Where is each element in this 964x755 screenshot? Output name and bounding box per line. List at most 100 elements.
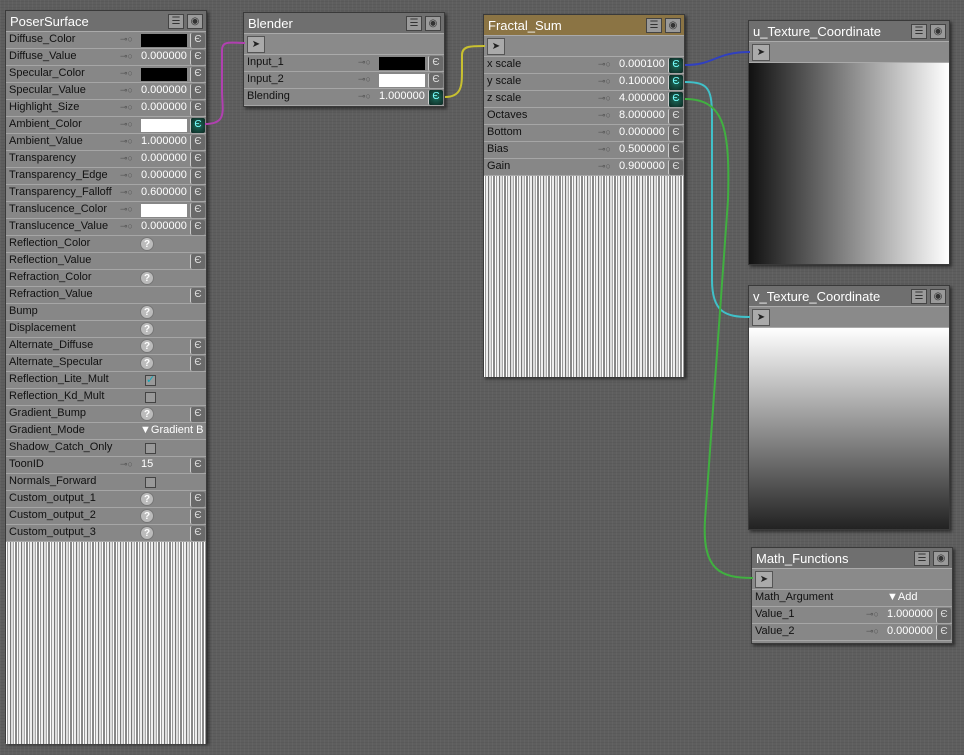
param-value[interactable]: 0.000000 [141, 169, 187, 181]
animatable-key-icon[interactable]: ⊸○ [598, 161, 611, 172]
param-value[interactable]: 1.000000 [887, 608, 933, 620]
output-plug-icon[interactable]: ➤ [247, 36, 265, 53]
color-swatch[interactable] [379, 57, 425, 70]
param-row[interactable]: Translucence_Value ⊸○ 0.000000 Є [6, 219, 206, 236]
input-plug-icon[interactable]: Є [190, 101, 205, 116]
options-menu-icon[interactable]: ☰ [911, 289, 927, 304]
param-row[interactable]: Input_2 ⊸○ Є [244, 72, 444, 89]
param-row[interactable]: Diffuse_Value ⊸○ 0.000000 Є [6, 49, 206, 66]
input-plug-icon[interactable]: Є [190, 169, 205, 184]
input-plug-icon[interactable]: Є [190, 526, 205, 541]
param-row[interactable]: Diffuse_Color ⊸○ Є [6, 32, 206, 49]
param-value[interactable]: 0.000100 [619, 58, 665, 70]
param-row[interactable]: Bias ⊸○ 0.500000 Є [484, 142, 684, 159]
node-header[interactable]: Blender ☰ ◉ [244, 13, 444, 34]
animatable-key-icon[interactable]: ⊸○ [120, 187, 133, 198]
dropdown[interactable]: ▼Gradient B [140, 424, 203, 436]
input-plug-icon[interactable]: Є [190, 67, 205, 82]
param-row[interactable]: x scale ⊸○ 0.000100 Є [484, 57, 684, 74]
animatable-key-icon[interactable]: ⊸○ [120, 85, 133, 96]
param-row[interactable]: Alternate_Diffuse? Є [6, 338, 206, 355]
param-value[interactable]: 1.000000 [141, 135, 187, 147]
animatable-key-icon[interactable]: ⊸○ [866, 609, 879, 620]
input-plug-icon[interactable]: Є [428, 56, 443, 71]
eye-preview-icon[interactable]: ◉ [187, 14, 203, 29]
checkbox[interactable] [145, 477, 156, 488]
param-value[interactable]: 0.000000 [141, 220, 187, 232]
input-plug-icon[interactable]: Є [190, 50, 205, 65]
param-row[interactable]: ToonID ⊸○ 15 Є [6, 457, 206, 474]
output-plug-icon[interactable]: ➤ [487, 38, 505, 55]
input-plug-icon[interactable]: Є [190, 135, 205, 150]
input-plug-icon[interactable]: Є [190, 152, 205, 167]
input-plug-icon[interactable]: Є [668, 58, 683, 73]
options-menu-icon[interactable]: ☰ [646, 18, 662, 33]
param-value[interactable]: 0.600000 [141, 186, 187, 198]
help-icon[interactable]: ? [140, 237, 154, 251]
param-row[interactable]: Ambient_Color ⊸○ Є [6, 117, 206, 134]
input-plug-icon[interactable]: Є [190, 84, 205, 99]
param-row[interactable]: Transparency_Falloff ⊸○ 0.600000 Є [6, 185, 206, 202]
input-plug-icon[interactable]: Є [190, 203, 205, 218]
animatable-key-icon[interactable]: ⊸○ [120, 68, 133, 79]
animatable-key-icon[interactable]: ⊸○ [120, 170, 133, 181]
animatable-key-icon[interactable]: ⊸○ [598, 59, 611, 70]
param-row[interactable]: Math_Argument ▼Add [752, 590, 952, 607]
animatable-key-icon[interactable]: ⊸○ [358, 74, 371, 85]
input-plug-icon[interactable]: Є [668, 126, 683, 141]
input-plug-icon[interactable]: Є [190, 186, 205, 201]
param-row[interactable]: Reflection_Value Є [6, 253, 206, 270]
input-plug-icon[interactable]: Є [668, 143, 683, 158]
input-plug-icon[interactable]: Є [190, 407, 205, 422]
input-plug-icon[interactable]: Є [668, 75, 683, 90]
color-swatch[interactable] [141, 204, 187, 217]
help-icon[interactable]: ? [140, 526, 154, 540]
param-value[interactable]: 8.000000 [619, 109, 665, 121]
animatable-key-icon[interactable]: ⊸○ [598, 144, 611, 155]
param-row[interactable]: Alternate_Specular? Є [6, 355, 206, 372]
animatable-key-icon[interactable]: ⊸○ [358, 57, 371, 68]
input-plug-icon[interactable]: Є [190, 356, 205, 371]
node-header[interactable]: PoserSurface ☰ ◉ [6, 11, 206, 32]
node-math-functions[interactable]: Math_Functions ☰ ◉ ➤ Math_Argument ▼Add Valu… [751, 547, 953, 644]
eye-preview-icon[interactable]: ◉ [425, 16, 441, 31]
checkbox[interactable] [145, 443, 156, 454]
color-swatch[interactable] [141, 119, 187, 132]
help-icon[interactable]: ? [140, 356, 154, 370]
param-row[interactable]: Gradient_Mode ▼Gradient B [6, 423, 206, 440]
param-row[interactable]: Normals_Forward [6, 474, 206, 491]
param-row[interactable]: Value_1 ⊸○ 1.000000 Є [752, 607, 952, 624]
param-row[interactable]: Value_2 ⊸○ 0.000000 Є [752, 624, 952, 641]
param-row[interactable]: Octaves ⊸○ 8.000000 Є [484, 108, 684, 125]
param-row[interactable]: Shadow_Catch_Only [6, 440, 206, 457]
animatable-key-icon[interactable]: ⊸○ [120, 136, 133, 147]
input-plug-icon[interactable]: Є [190, 288, 205, 303]
param-row[interactable]: Refraction_Value Є [6, 287, 206, 304]
animatable-key-icon[interactable]: ⊸○ [866, 626, 879, 637]
help-icon[interactable]: ? [140, 509, 154, 523]
eye-preview-icon[interactable]: ◉ [930, 24, 946, 39]
input-plug-icon[interactable]: Є [190, 33, 205, 48]
color-swatch[interactable] [141, 34, 187, 47]
options-menu-icon[interactable]: ☰ [168, 14, 184, 29]
animatable-key-icon[interactable]: ⊸○ [598, 76, 611, 87]
input-plug-icon[interactable]: Є [190, 509, 205, 524]
output-plug-icon[interactable]: ➤ [752, 309, 770, 326]
param-value[interactable]: 0.500000 [619, 143, 665, 155]
node-header[interactable]: Fractal_Sum ☰ ◉ [484, 15, 684, 36]
param-row[interactable]: Displacement? [6, 321, 206, 338]
animatable-key-icon[interactable]: ⊸○ [120, 153, 133, 164]
param-row[interactable]: Custom_output_3? Є [6, 525, 206, 542]
param-value[interactable]: 15 [141, 458, 153, 470]
param-row[interactable]: Custom_output_2? Є [6, 508, 206, 525]
color-swatch[interactable] [141, 68, 187, 81]
node-poser-surface[interactable]: PoserSurface ☰ ◉ Diffuse_Color ⊸○ Є Diffuse_… [5, 10, 207, 744]
param-row[interactable]: Reflection_Lite_Mult ✓ [6, 372, 206, 389]
animatable-key-icon[interactable]: ⊸○ [120, 119, 133, 130]
checkbox[interactable]: ✓ [145, 375, 156, 386]
help-icon[interactable]: ? [140, 339, 154, 353]
param-row[interactable]: Specular_Color ⊸○ Є [6, 66, 206, 83]
help-icon[interactable]: ? [140, 305, 154, 319]
param-row[interactable]: Transparency ⊸○ 0.000000 Є [6, 151, 206, 168]
param-row[interactable]: Bump? [6, 304, 206, 321]
